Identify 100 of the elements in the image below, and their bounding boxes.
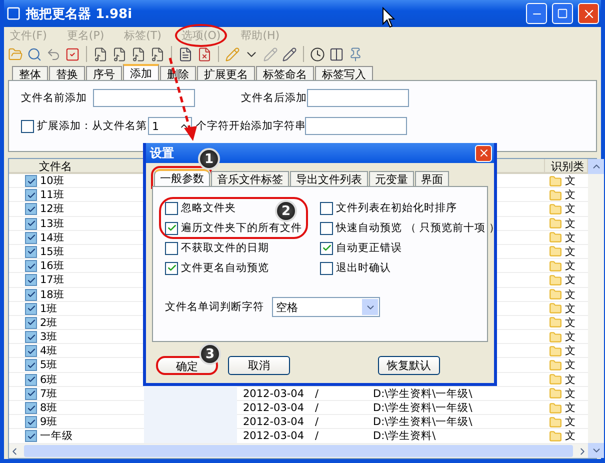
file-name: 1班 — [40, 302, 58, 316]
option-checkbox[interactable]: 快速自动预览 （ 只预览前十项 ） — [320, 221, 500, 235]
option-checkbox[interactable]: 遍历文件夹下的所有文件 — [165, 221, 302, 235]
music-file-icon[interactable] — [93, 46, 108, 62]
row-checkbox[interactable] — [25, 232, 37, 244]
row-checkbox[interactable] — [25, 316, 37, 329]
table-cell: 文 — [565, 230, 576, 245]
field-label: 文件名后添加 — [241, 91, 307, 105]
table-cell: 文 — [565, 288, 576, 302]
checkbox-icon[interactable] — [65, 46, 80, 62]
row-checkbox[interactable] — [25, 175, 37, 187]
vertical-scrollbar[interactable] — [588, 159, 604, 458]
music-file-icon[interactable] — [150, 46, 165, 62]
option-checkbox[interactable]: 文件更名自动预览 — [165, 261, 320, 275]
file-name: 4班 — [40, 344, 58, 358]
table-cell-text: D:\学生资料\ — [372, 429, 437, 444]
table-cell-text: D:\学生资料\一年级\ — [372, 415, 474, 430]
tab[interactable]: 扩展更名 — [197, 66, 255, 80]
file-name: 10班 — [40, 174, 64, 188]
horizontal-scrollbar[interactable] — [9, 444, 588, 458]
row-checkbox[interactable] — [25, 246, 37, 258]
music-file-icon[interactable] — [112, 46, 127, 62]
option-checkbox[interactable]: 不获取文件的日期 — [165, 241, 320, 255]
row-checkbox[interactable] — [25, 274, 37, 286]
table-cell: 文 — [565, 216, 576, 231]
file-name: 13班 — [40, 216, 64, 231]
document-icon[interactable] — [178, 46, 193, 62]
tab[interactable]: 导出文件列表 — [290, 171, 368, 186]
file-name: 11班 — [40, 188, 64, 202]
tab[interactable]: 序号 — [86, 66, 122, 80]
table-cell-text: D:\学生资料\一年级\ — [372, 401, 474, 415]
file-delete-icon[interactable] — [197, 46, 212, 62]
row-checkbox[interactable] — [25, 302, 37, 315]
row-checkbox[interactable] — [25, 288, 37, 300]
option-checkbox[interactable]: 文件列表在初始化时排序 — [320, 201, 500, 215]
dialog-button[interactable]: 取消 — [228, 356, 290, 375]
row-checkbox[interactable] — [25, 189, 37, 202]
extension-checkbox[interactable]: 扩展添加：从文件名第 — [21, 119, 148, 133]
input-field[interactable] — [305, 117, 407, 135]
row-checkbox[interactable] — [25, 388, 37, 400]
file-name: 12班 — [40, 202, 64, 216]
row-checkbox[interactable] — [25, 331, 37, 344]
folder-icon — [549, 274, 562, 287]
row-checkbox[interactable] — [25, 345, 37, 358]
dialog-button[interactable]: 恢复默认 — [378, 356, 440, 375]
check-icon — [166, 223, 176, 233]
row-checkbox[interactable] — [25, 430, 37, 442]
search-icon[interactable] — [27, 46, 42, 62]
file-name: 18班 — [40, 288, 64, 302]
spin-field[interactable]: 1 — [148, 117, 192, 135]
row-checkbox[interactable] — [25, 218, 37, 230]
row-checkbox[interactable] — [25, 416, 37, 428]
table-cell: 文 — [565, 316, 576, 330]
row-checkbox[interactable] — [25, 359, 37, 372]
tab[interactable]: 界面 — [415, 171, 449, 186]
tab[interactable]: 添加 — [123, 64, 159, 80]
clock-icon[interactable] — [310, 46, 325, 62]
table-cell-text: / — [314, 430, 320, 442]
file-name: 8班 — [40, 401, 58, 415]
tab[interactable]: 音乐文件标签 — [211, 171, 289, 186]
folder-icon — [549, 217, 562, 230]
tab[interactable]: 整体 — [12, 66, 48, 80]
table-cell-text: / — [314, 388, 320, 400]
file-name: 一年级 — [40, 429, 73, 444]
row-checkbox[interactable] — [25, 203, 37, 216]
tab[interactable]: 替换 — [49, 66, 85, 80]
pencil-icon[interactable] — [282, 46, 297, 62]
tab[interactable]: 元变量 — [369, 171, 414, 186]
check-icon — [322, 243, 332, 253]
table-cell: 文 — [565, 259, 576, 274]
music-file-icon[interactable] — [131, 46, 146, 62]
folder-icon — [549, 358, 562, 372]
table-cell: 文 — [565, 386, 576, 401]
table-cell-text: 2012-03-04 — [242, 402, 306, 414]
input-field[interactable] — [307, 89, 409, 107]
input-field[interactable] — [93, 89, 195, 107]
folder-icon — [549, 416, 562, 429]
row-checkbox[interactable] — [25, 260, 37, 272]
columns-icon[interactable] — [329, 46, 344, 62]
close-button[interactable] — [578, 3, 599, 24]
maximize-icon — [557, 8, 568, 19]
separator-dropdown[interactable]: 空格 — [272, 297, 380, 317]
field-label: 文件名前添加 — [21, 91, 88, 105]
file-name: 3班 — [40, 330, 58, 344]
tab[interactable]: 标签写入 — [315, 66, 373, 80]
option-checkbox[interactable]: 自动更正错误 — [320, 241, 500, 255]
undo-icon[interactable] — [46, 46, 61, 62]
maximize-button[interactable] — [552, 3, 573, 24]
tab[interactable]: 一般参数 — [154, 169, 210, 186]
tab[interactable]: 标签命名 — [256, 66, 314, 80]
table-cell: 文 — [565, 244, 576, 259]
table-cell: 文 — [565, 302, 576, 316]
folder-icon — [549, 402, 562, 414]
file-name: 16班 — [40, 259, 64, 274]
row-checkbox[interactable] — [25, 402, 37, 414]
minimize-button[interactable] — [526, 3, 547, 24]
option-checkbox[interactable]: 退出时确认 — [320, 261, 500, 275]
table-cell: 文 — [565, 344, 576, 358]
row-checkbox[interactable] — [25, 374, 37, 386]
close-button[interactable] — [475, 144, 492, 162]
